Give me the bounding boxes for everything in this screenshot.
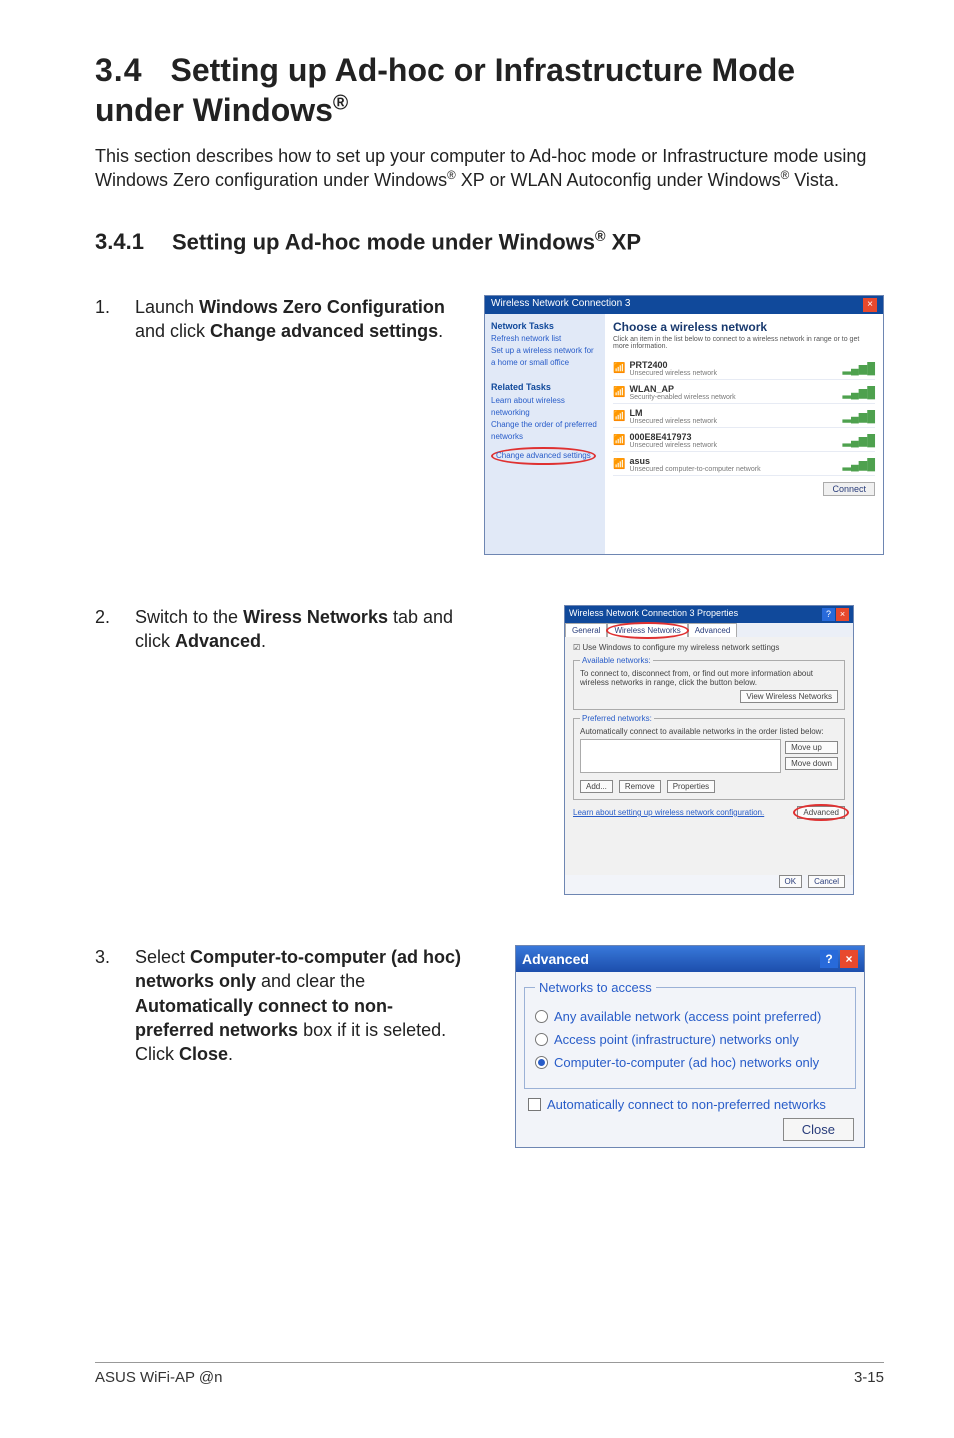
- close-icon[interactable]: ×: [836, 608, 849, 621]
- step-2-row: 2. Switch to the Wiress Networks tab and…: [95, 605, 884, 895]
- heading-number: 3.4: [95, 52, 142, 88]
- close-button[interactable]: Close: [783, 1118, 854, 1141]
- move-down-button[interactable]: Move down: [785, 757, 838, 770]
- move-up-button[interactable]: Move up: [785, 741, 838, 754]
- section-heading: 3.4Setting up Ad-hoc or Infrastructure M…: [95, 50, 884, 130]
- order-link[interactable]: Change the order of preferred networks: [491, 420, 597, 441]
- network-item[interactable]: 📶asusUnsecured computer-to-computer netw…: [613, 452, 875, 476]
- signal-icon: 📶: [613, 435, 625, 446]
- window-titlebar: Wireless Network Connection 3 Properties…: [565, 606, 853, 623]
- auto-connect-checkbox[interactable]: Automatically connect to non-preferred n…: [528, 1097, 852, 1112]
- remove-button[interactable]: Remove: [619, 780, 661, 793]
- window-titlebar: Wireless Network Connection 3 ×: [485, 296, 883, 314]
- heading-text: Setting up Ad-hoc or Infrastructure Mode…: [95, 52, 795, 128]
- window-titlebar: Advanced ?×: [516, 946, 864, 972]
- preferred-listbox[interactable]: [580, 739, 781, 773]
- step-body: Launch Windows Zero Configuration and cl…: [135, 295, 464, 344]
- networks-to-access-legend: Networks to access: [535, 980, 656, 995]
- advanced-button[interactable]: Advanced: [797, 806, 845, 819]
- step-number: 2.: [95, 605, 135, 654]
- radio-icon: [535, 1056, 548, 1069]
- setup-link[interactable]: Set up a wireless network for a home or …: [491, 346, 594, 367]
- cancel-button[interactable]: Cancel: [808, 875, 845, 888]
- help-icon[interactable]: ?: [820, 950, 838, 968]
- screenshot-properties: Wireless Network Connection 3 Properties…: [564, 605, 854, 895]
- step-number: 1.: [95, 295, 135, 344]
- step-3-row: 3. Select Computer-to-computer (ad hoc) …: [95, 945, 884, 1148]
- radio-access-point[interactable]: Access point (infrastructure) networks o…: [535, 1032, 845, 1047]
- network-item[interactable]: 📶000E8E417973Unsecured wireless network▂…: [613, 428, 875, 452]
- screenshot-advanced-dialog: Advanced ?× Networks to access Any avail…: [515, 945, 865, 1148]
- footer-left: ASUS WiFi-AP @n: [95, 1369, 222, 1386]
- reg-mark: ®: [333, 91, 348, 114]
- tab-general[interactable]: General: [565, 623, 607, 637]
- close-icon[interactable]: ×: [840, 950, 858, 968]
- radio-icon: [535, 1010, 548, 1023]
- view-networks-button[interactable]: View Wireless Networks: [740, 690, 838, 703]
- step-number: 3.: [95, 945, 135, 1066]
- network-item[interactable]: 📶WLAN_APSecurity-enabled wireless networ…: [613, 380, 875, 404]
- subsection-heading: 3.4.1Setting up Ad-hoc mode under Window…: [95, 229, 884, 255]
- signal-icon: 📶: [613, 411, 625, 422]
- close-icon[interactable]: ×: [863, 298, 877, 312]
- ok-button[interactable]: OK: [779, 875, 803, 888]
- choose-heading: Choose a wireless network: [613, 320, 875, 334]
- strength-icon: ▂▄▆█: [842, 362, 875, 375]
- network-list: Choose a wireless network Click an item …: [605, 314, 883, 554]
- sidebar: Network Tasks Refresh network list Set u…: [485, 314, 605, 554]
- learn-link[interactable]: Learn about setting up wireless network …: [573, 808, 764, 817]
- change-advanced-link[interactable]: Change advanced settings: [491, 447, 596, 465]
- signal-icon: 📶: [613, 387, 625, 398]
- intro-text: This section describes how to set up you…: [95, 144, 884, 193]
- signal-icon: 📶: [613, 459, 625, 470]
- tabs: General Wireless Networks Advanced: [565, 623, 853, 637]
- learn-link[interactable]: Learn about wireless networking: [491, 396, 565, 417]
- signal-icon: 📶: [613, 363, 625, 374]
- network-item[interactable]: 📶LMUnsecured wireless network▂▄▆█: [613, 404, 875, 428]
- radio-adhoc[interactable]: Computer-to-computer (ad hoc) networks o…: [535, 1055, 845, 1070]
- help-icon[interactable]: ?: [822, 608, 835, 621]
- step-body: Select Computer-to-computer (ad hoc) net…: [135, 945, 465, 1066]
- checkbox-icon: [528, 1098, 541, 1111]
- add-button[interactable]: Add...: [580, 780, 613, 793]
- screenshot-choose-network: Wireless Network Connection 3 × Network …: [484, 295, 884, 555]
- sub-number: 3.4.1: [95, 229, 144, 254]
- window-title: Advanced: [522, 951, 589, 967]
- refresh-link[interactable]: Refresh network list: [491, 334, 561, 343]
- step-body: Switch to the Wiress Networks tab and cl…: [135, 605, 465, 654]
- network-item[interactable]: 📶PRT2400Unsecured wireless network▂▄▆█: [613, 356, 875, 380]
- window-title: Wireless Network Connection 3: [491, 298, 631, 312]
- connect-button[interactable]: Connect: [823, 482, 875, 496]
- tab-advanced[interactable]: Advanced: [688, 623, 738, 637]
- page-footer: ASUS WiFi-AP @n 3-15: [95, 1362, 884, 1386]
- radio-any-network[interactable]: Any available network (access point pref…: [535, 1009, 845, 1024]
- footer-right: 3-15: [854, 1369, 884, 1386]
- step-1-row: 1. Launch Windows Zero Configuration and…: [95, 295, 884, 555]
- tab-wireless-networks[interactable]: Wireless Networks: [607, 623, 687, 637]
- properties-button[interactable]: Properties: [667, 780, 715, 793]
- radio-icon: [535, 1033, 548, 1046]
